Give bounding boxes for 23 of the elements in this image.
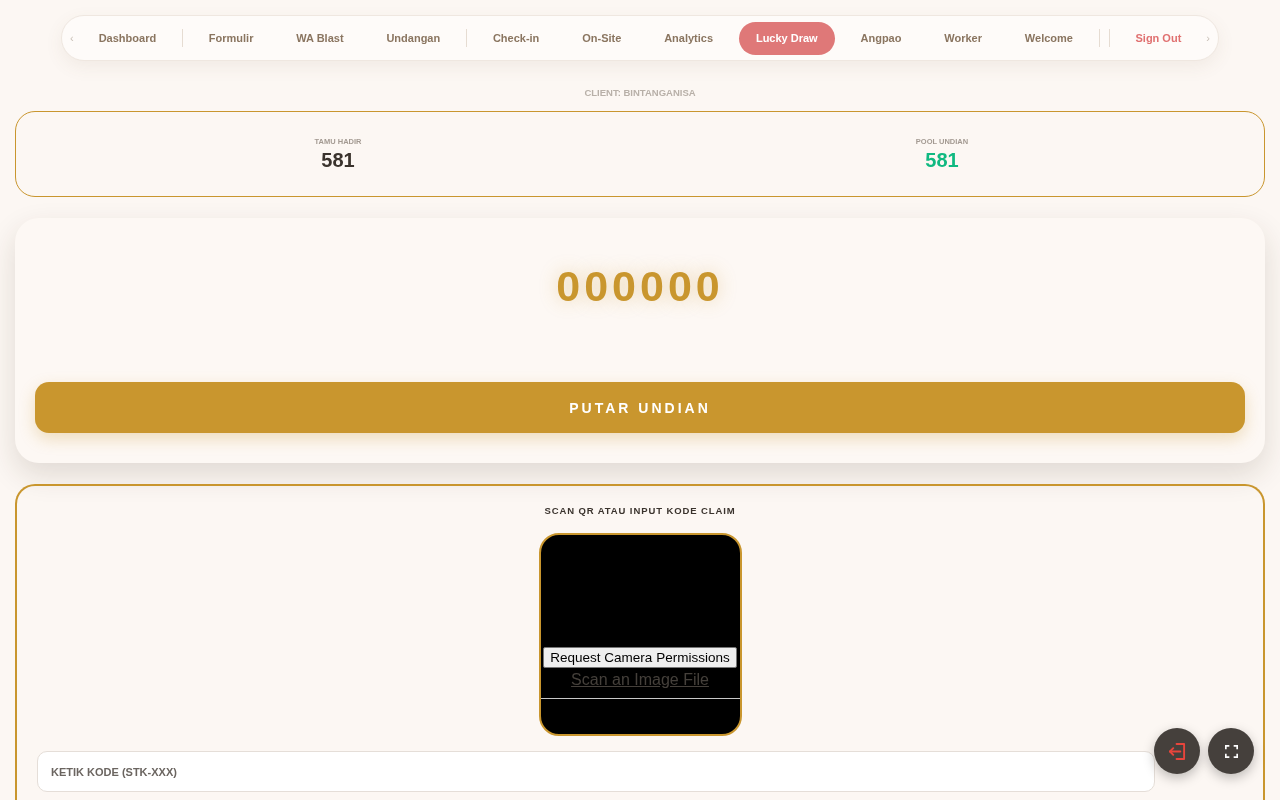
nav-tab[interactable]: Undangan [369, 21, 458, 55]
nav-tab[interactable]: Dashboard [81, 21, 174, 55]
draw-number: 000000 [556, 261, 724, 311]
stat-value: 581 [321, 148, 355, 172]
nav-tab[interactable]: Formulir [191, 21, 271, 55]
client-label: CLIENT: BINTANGANISA [583, 87, 697, 99]
nav-tab[interactable]: Analytics [647, 21, 731, 55]
code-input[interactable]: KETIK KODE (STK-XXX) [37, 751, 1155, 792]
fullscreen-button[interactable] [1208, 728, 1254, 774]
claim-title: SCAN QR ATAU INPUT KODE CLAIM [544, 505, 736, 517]
stat-value: 581 [925, 148, 959, 172]
nav-tab[interactable]: Lucky Draw [738, 21, 835, 55]
camera-permission-button[interactable]: Request Camera Permissions [543, 647, 737, 668]
nav-tab[interactable]: Worker [927, 21, 999, 55]
spin-button[interactable]: PUTAR UNDIAN [35, 382, 1245, 433]
sign-out-link[interactable]: Sign Out [1118, 21, 1199, 55]
nav-tab[interactable]: WA Blast [279, 21, 361, 55]
nav-tab[interactable]: Angpao [843, 21, 919, 55]
nav-tab[interactable]: On-Site [565, 21, 639, 55]
nav-tab[interactable]: Welcome [1007, 21, 1090, 55]
nav-tab[interactable]: Check-in [475, 21, 557, 55]
exit-button[interactable] [1154, 728, 1200, 774]
fullscreen-icon [1224, 744, 1238, 758]
